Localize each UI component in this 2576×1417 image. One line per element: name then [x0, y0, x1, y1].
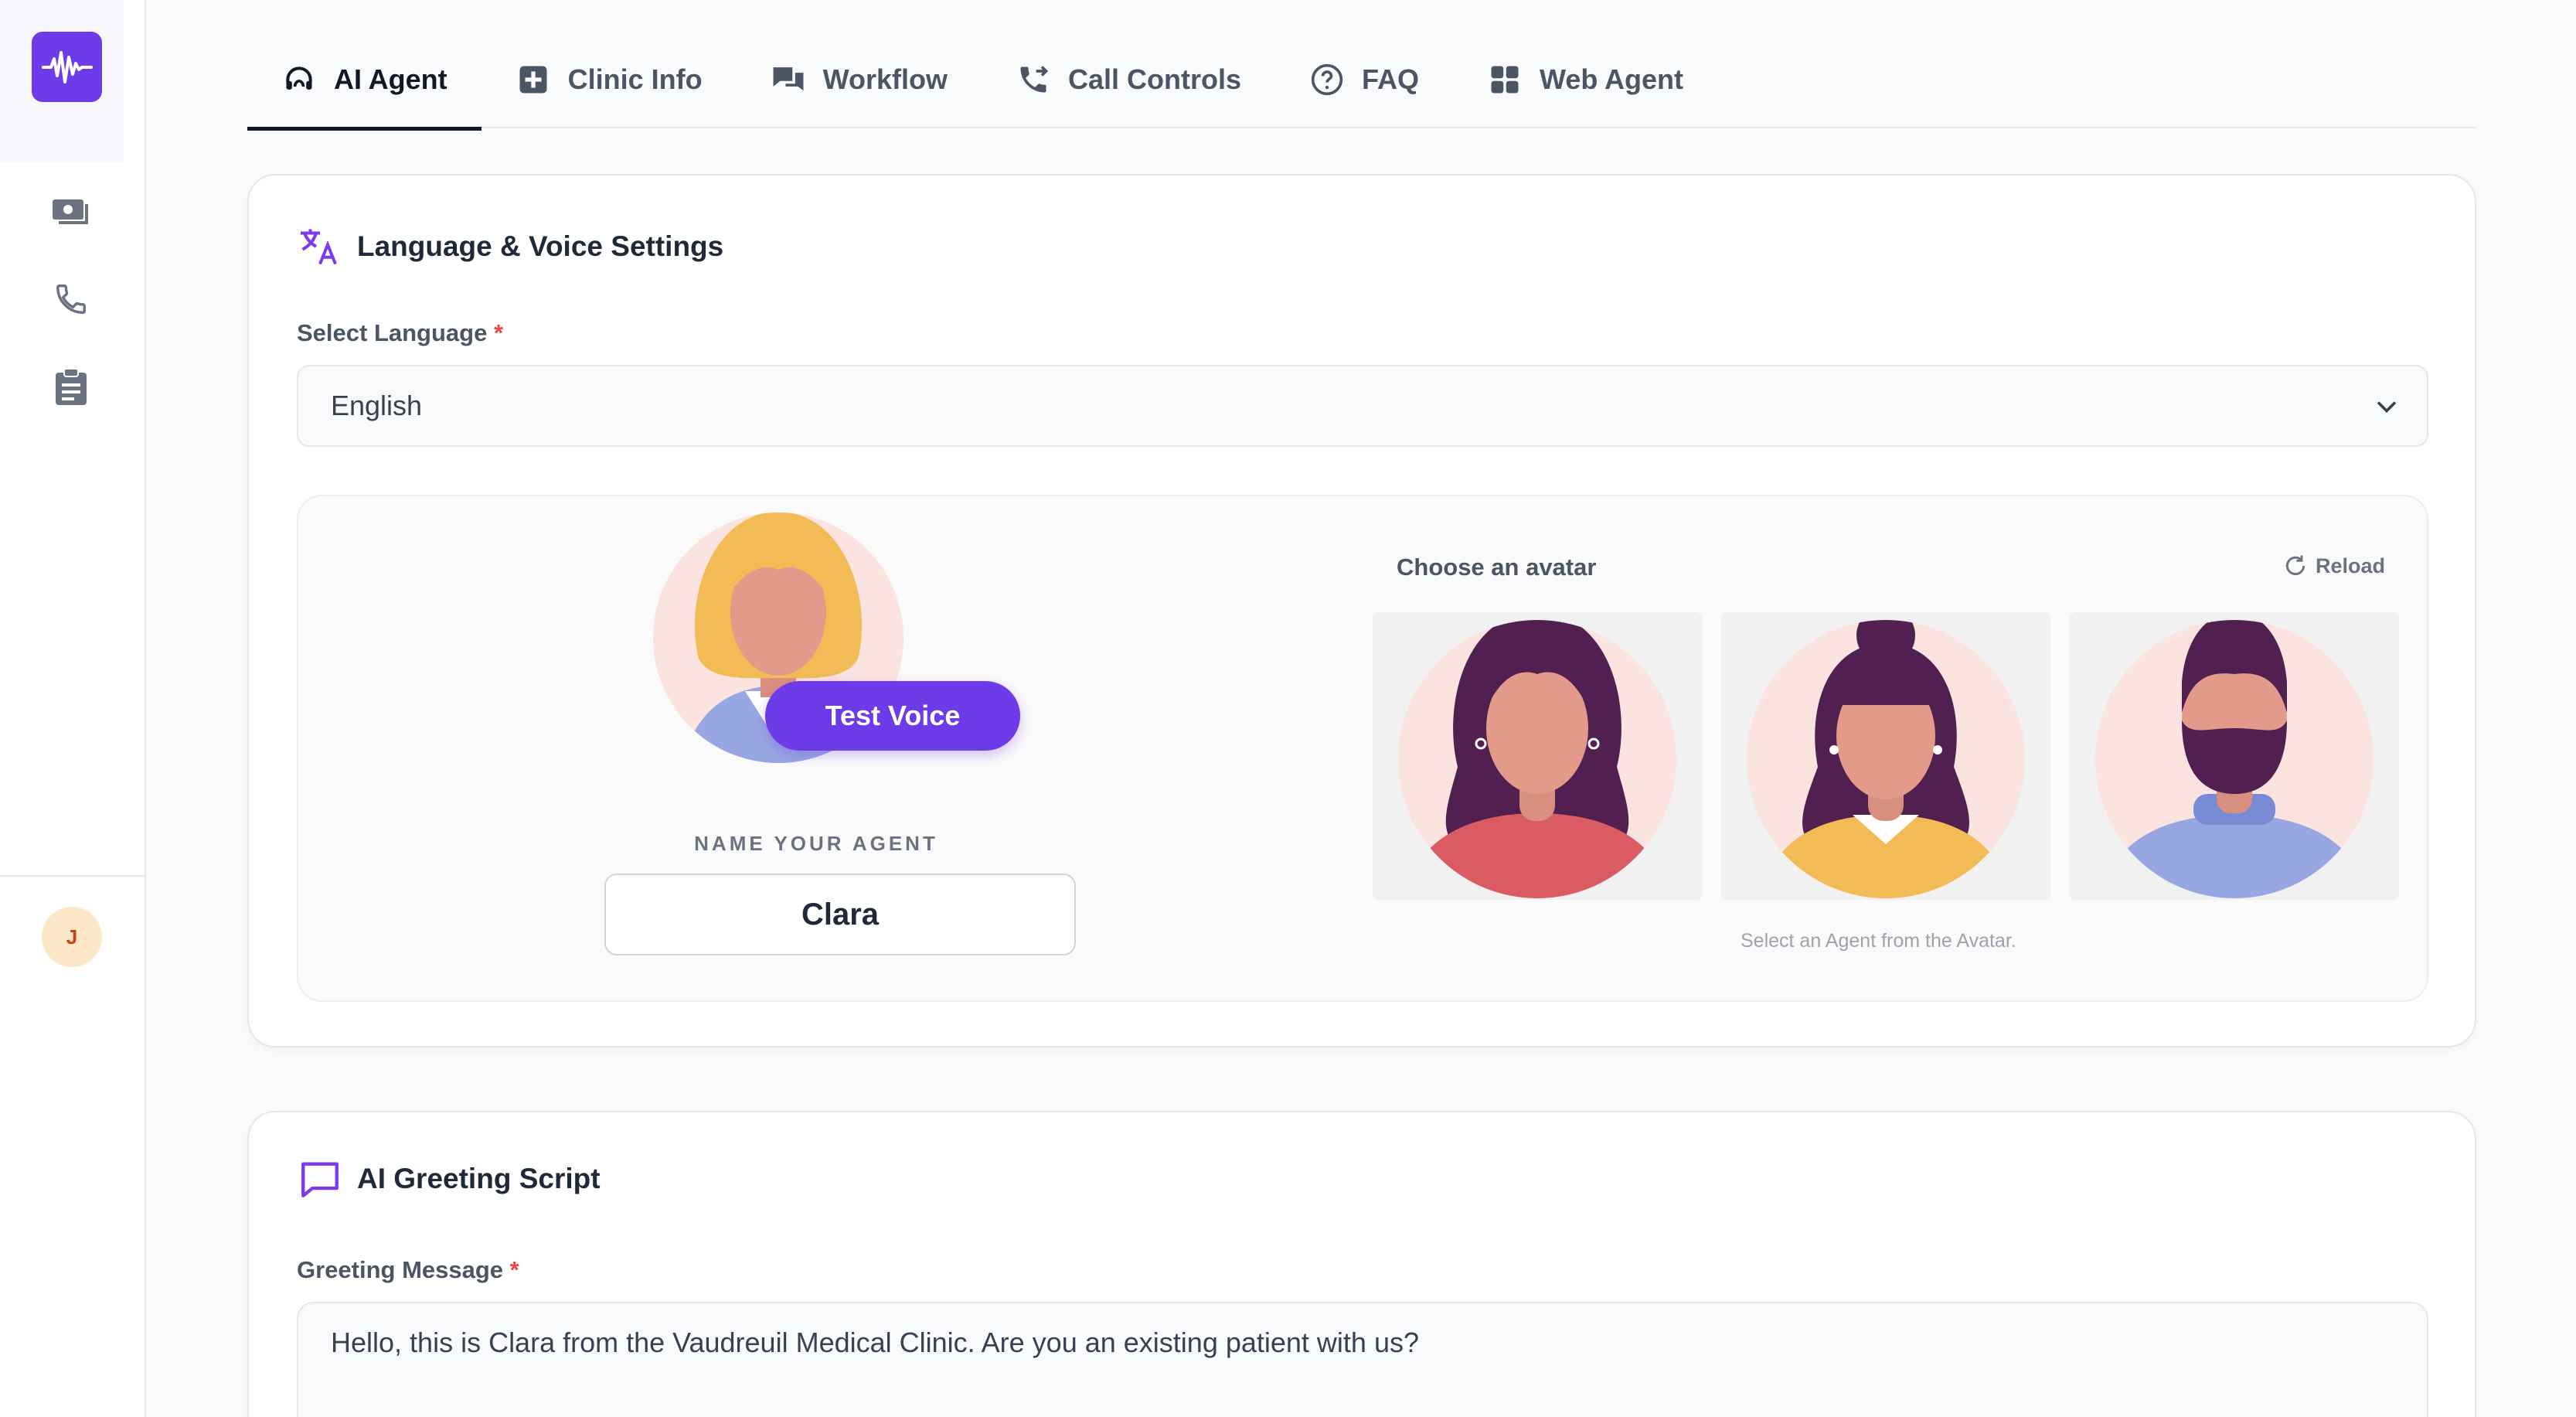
tab-label: AI Agent [334, 63, 447, 95]
sidebar-item-calls[interactable] [49, 278, 93, 321]
chat-bubbles-icon [771, 62, 806, 97]
tab-label: Web Agent [1540, 63, 1684, 95]
greeting-script-title: AI Greeting Script [297, 1156, 601, 1202]
avatar-panel: Test Voice NAME YOUR AGENT Clara Choose … [297, 495, 2428, 1002]
tab-label: Workflow [822, 63, 948, 95]
tab-ai-agent[interactable]: AI Agent [247, 31, 482, 131]
greeting-message-textarea[interactable]: Hello, this is Clara from the Vaudreuil … [297, 1302, 2428, 1417]
headset-icon [281, 62, 317, 97]
sidebar: J [0, 0, 146, 1417]
chat-bubble-icon [297, 1156, 343, 1202]
question-icon [1309, 62, 1345, 97]
tab-label: Clinic Info [567, 63, 703, 95]
language-label-text: Select Language [297, 319, 488, 346]
logo-area [0, 0, 124, 162]
phone-forward-icon [1016, 62, 1051, 97]
reload-button[interactable]: Reload [2283, 554, 2385, 578]
waveform-icon [41, 50, 93, 83]
name-agent-label: NAME YOUR AGENT [694, 832, 938, 855]
tab-web-agent[interactable]: Web Agent [1453, 31, 1717, 128]
money-icon [53, 199, 88, 224]
tab-label: FAQ [1362, 63, 1420, 95]
language-select[interactable]: English [297, 365, 2428, 447]
language-label: Select Language * [297, 319, 503, 347]
avatar-option-2[interactable] [1721, 612, 2050, 900]
choose-avatar-label: Choose an avatar [1397, 554, 1597, 581]
avatar-option-1[interactable] [1373, 612, 1702, 900]
tab-workflow[interactable]: Workflow [737, 31, 982, 128]
tab-bar: AI Agent Clinic Info Workflow Call Contr… [247, 31, 2476, 131]
language-voice-title: Language & Voice Settings [297, 223, 723, 270]
avatar-option-3[interactable] [2070, 612, 2399, 900]
required-mark: * [509, 1256, 519, 1283]
card-title-text: Language & Voice Settings [357, 230, 724, 262]
reload-label: Reload [2316, 554, 2386, 577]
tab-label: Call Controls [1068, 63, 1242, 95]
refresh-icon [2285, 555, 2305, 575]
greeting-script-card: AI Greeting Script Greeting Message * He… [247, 1111, 2476, 1417]
sidebar-divider [0, 875, 146, 877]
avatar-woman-bun-image [1747, 620, 2025, 898]
agent-name-input[interactable]: Clara [604, 874, 1076, 955]
tab-clinic-info[interactable]: Clinic Info [482, 31, 737, 128]
language-select-value: English [331, 390, 423, 421]
user-avatar[interactable]: J [42, 907, 102, 967]
test-voice-button[interactable]: Test Voice [765, 681, 1020, 751]
sidebar-item-tasks[interactable] [49, 366, 93, 409]
avatar-woman-dark-hair-image [1398, 620, 1676, 898]
chevron-down-icon [2377, 401, 2397, 414]
avatar-hint: Select an Agent from the Avatar. [1741, 930, 2016, 952]
medical-plus-icon [516, 62, 551, 97]
app-logo[interactable] [32, 32, 102, 102]
language-voice-card: Language & Voice Settings Select Languag… [247, 174, 2476, 1047]
tab-call-controls[interactable]: Call Controls [982, 31, 1275, 128]
grid-icon [1487, 62, 1523, 97]
clipboard-icon [56, 368, 87, 405]
tab-faq[interactable]: FAQ [1275, 31, 1453, 128]
card-title-text: AI Greeting Script [357, 1163, 601, 1194]
sidebar-item-billing[interactable] [49, 190, 93, 233]
avatar-man-beard-image [2095, 620, 2374, 898]
required-mark: * [493, 319, 504, 346]
phone-icon [56, 284, 86, 314]
translate-icon [297, 223, 343, 270]
greeting-label: Greeting Message * [297, 1256, 519, 1284]
greeting-label-text: Greeting Message [297, 1256, 504, 1283]
